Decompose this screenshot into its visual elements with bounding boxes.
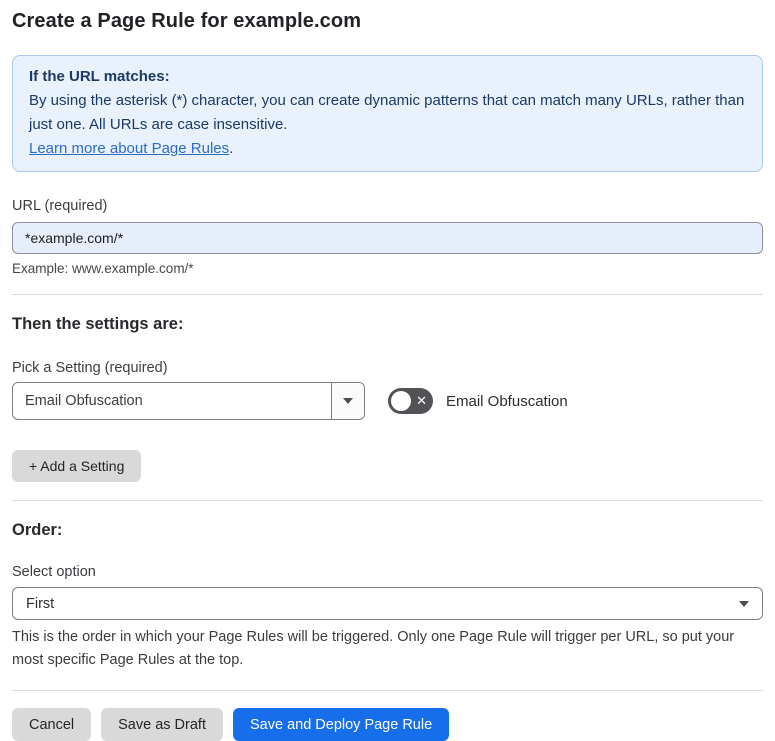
order-select-dropdown[interactable]: First <box>12 587 763 620</box>
create-page-rule-form: Create a Page Rule for example.com If th… <box>0 10 775 741</box>
divider <box>12 294 763 295</box>
save-and-deploy-button[interactable]: Save and Deploy Page Rule <box>232 708 450 741</box>
toggle-knob <box>391 391 411 411</box>
url-field-label: URL (required) <box>12 198 108 214</box>
order-section-heading: Order: <box>12 521 63 539</box>
page-title: Create a Page Rule for example.com <box>12 10 362 32</box>
url-field-hint: Example: www.example.com/* <box>12 261 194 276</box>
save-as-draft-button[interactable]: Save as Draft <box>101 708 223 741</box>
setting-select-arrow-button[interactable] <box>331 383 364 419</box>
setting-select-value: Email Obfuscation <box>25 393 143 409</box>
url-input[interactable] <box>12 222 763 254</box>
cancel-button[interactable]: Cancel <box>12 708 92 741</box>
add-setting-button[interactable]: + Add a Setting <box>12 450 142 482</box>
chevron-down-icon <box>343 398 353 404</box>
x-icon: ✕ <box>416 393 427 409</box>
divider <box>12 500 763 501</box>
setting-picker-label: Pick a Setting (required) <box>12 360 168 376</box>
footer-actions: Cancel Save as Draft Save and Deploy Pag… <box>12 708 763 741</box>
order-select-value: First <box>26 595 55 612</box>
order-select-label: Select option <box>12 564 96 580</box>
email-obfuscation-toggle[interactable]: ✕ <box>388 388 433 414</box>
order-description: This is the order in which your Page Rul… <box>12 629 735 668</box>
toggle-label: Email Obfuscation <box>446 392 568 410</box>
url-match-info-box: If the URL matches: By using the asteris… <box>12 55 763 172</box>
chevron-down-icon <box>739 600 749 607</box>
setting-select-dropdown[interactable]: Email Obfuscation <box>12 382 365 420</box>
divider <box>12 690 763 691</box>
link-period: . <box>229 140 234 157</box>
settings-section-heading: Then the settings are: <box>12 315 184 333</box>
learn-more-link[interactable]: Learn more about Page Rules <box>29 140 229 157</box>
setting-row: Email Obfuscation ✕ Email Obfuscation <box>12 382 763 420</box>
info-box-link-line: Learn more about Page Rules. <box>29 137 746 161</box>
info-box-heading: If the URL matches: <box>29 68 170 85</box>
info-box-body: By using the asterisk (*) character, you… <box>29 92 745 133</box>
